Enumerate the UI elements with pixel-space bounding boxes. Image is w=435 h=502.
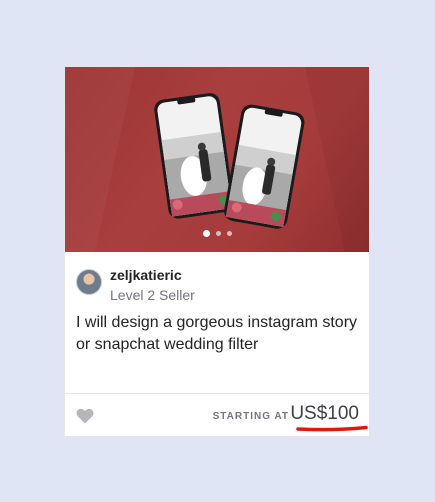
heart-icon[interactable] [76,408,94,424]
carousel-dot[interactable] [226,231,232,236]
carousel-dot[interactable] [215,231,221,236]
seller-avatar[interactable] [76,269,102,295]
phone-mockup-image [65,67,369,252]
price[interactable]: US$100 [290,403,359,425]
gig-image-carousel[interactable] [65,67,369,252]
seller-name[interactable]: zeljkatieric [110,266,195,284]
carousel-dots[interactable] [65,230,369,237]
starting-at-label: STARTING AT [212,411,289,422]
seller-info: zeljkatieric Level 2 Seller [76,266,195,305]
gig-card[interactable]: zeljkatieric Level 2 Seller I will desig… [64,66,370,437]
price-highlight-underline [296,425,368,432]
gig-card-footer: STARTING AT US$100 [65,393,369,438]
carousel-dot[interactable] [202,230,210,237]
page-background: zeljkatieric Level 2 Seller I will desig… [0,0,435,502]
seller-level: Level 2 Seller [110,287,195,303]
gig-title[interactable]: I will design a gorgeous instagram story… [76,312,361,356]
